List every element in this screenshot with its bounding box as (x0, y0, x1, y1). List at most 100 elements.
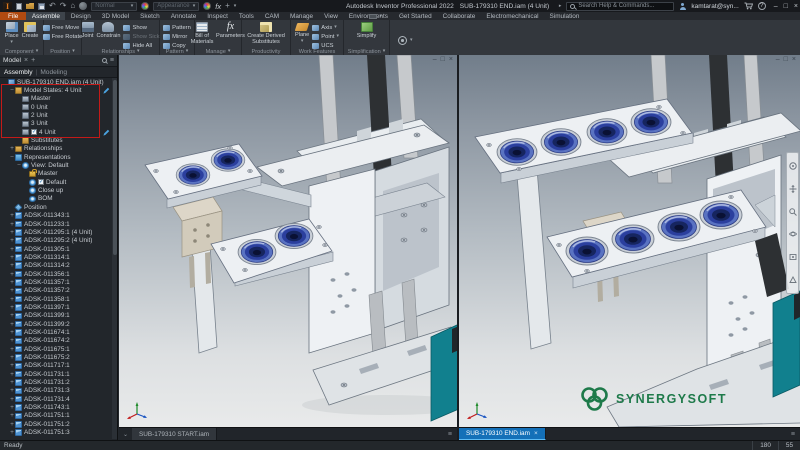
new-file-icon[interactable] (16, 3, 22, 10)
manage-group-label[interactable]: Manage▾ (195, 48, 241, 55)
tree-row[interactable]: + ADSK-011358:1 (0, 295, 112, 303)
viewport-minimize-icon[interactable]: – (433, 56, 437, 63)
bill-of-materials-button[interactable]: Bill of Materials (191, 22, 213, 45)
signed-in-user[interactable]: kamtarat@syn... (691, 3, 738, 10)
ribbon-tab[interactable]: Inspect (202, 12, 234, 20)
ribbon-tab[interactable]: Tools (233, 12, 259, 20)
tree-row[interactable]: + ADSK-011357:1 (0, 278, 112, 286)
search-collapse-icon[interactable]: ▸ (559, 4, 562, 9)
ribbon-tab[interactable]: 3D Model (96, 12, 134, 20)
tree-row[interactable]: + ADSK-011295:1 (4 Unit) (0, 228, 112, 236)
tree-row[interactable]: + ADSK-011731:1 (0, 370, 112, 378)
pan-icon[interactable] (789, 185, 797, 193)
model-panel-tab[interactable]: Model (3, 57, 21, 64)
tree-row[interactable]: 2 Unit (0, 111, 112, 119)
tree-row[interactable]: + ADSK-011743:1 (0, 403, 112, 411)
tree-row[interactable]: + ADSK-011731:4 (0, 395, 112, 403)
tree-row[interactable]: + ADSK-011399:2 (0, 320, 112, 328)
qat-add-icon[interactable]: + (225, 2, 230, 10)
ribbon-tab[interactable]: Assemble (26, 12, 65, 20)
free-rotate-button[interactable]: Free Rotate (43, 33, 83, 41)
axis-button[interactable]: Axis ▾ (312, 24, 339, 32)
home-icon[interactable]: ⌂ (70, 2, 75, 10)
tree-row[interactable]: + ADSK-011674:1 (0, 328, 112, 336)
plane-button[interactable]: Plane ▾ (295, 22, 309, 44)
panel-close-icon[interactable]: × (24, 57, 28, 64)
checkbox-checked-icon[interactable]: ✓ (31, 129, 37, 135)
productivity-group-label[interactable]: Productivity (242, 48, 290, 55)
create-button[interactable]: Create (22, 22, 39, 39)
look-at-icon[interactable] (789, 253, 797, 261)
assembly-tab[interactable]: Assembly (4, 69, 33, 76)
component-group-label[interactable]: Component▾ (0, 48, 43, 55)
ribbon-tab[interactable]: Simulation (544, 12, 585, 20)
free-move-button[interactable]: Free Move (43, 24, 83, 32)
ribbon-tab[interactable]: Get Started (393, 12, 437, 20)
inventor-logo-icon[interactable]: I (3, 2, 12, 11)
point-button[interactable]: Point ▾ (312, 33, 339, 41)
tab-close-icon[interactable]: × (534, 430, 538, 437)
tree-row[interactable]: ✓ 4 Unit (0, 128, 112, 136)
tree-row[interactable]: + ADSK-011731:3 (0, 387, 112, 395)
viewport-restore-icon[interactable]: □ (441, 56, 445, 63)
position-group-label[interactable]: Position▾ (44, 48, 81, 55)
tree-row[interactable]: Substitutes (0, 136, 112, 144)
viewport-close-icon[interactable]: × (449, 56, 453, 63)
work-features-group-label[interactable]: Work Features (291, 48, 343, 55)
show-button[interactable]: Show (123, 24, 159, 32)
tree-row[interactable]: + ADSK-011295:2 (4 Unit) (0, 237, 112, 245)
ribbon-display-toggle[interactable]: ▾ (369, 12, 382, 20)
zoom-icon[interactable] (789, 208, 797, 216)
parameters-button[interactable]: fx Parameters (216, 22, 245, 39)
redo-icon[interactable]: ↷ (60, 2, 67, 10)
ribbon-tab[interactable]: Collaborate (437, 12, 481, 20)
save-icon[interactable] (38, 3, 45, 10)
ribbon-tab[interactable]: Environments (343, 12, 393, 20)
tree-row[interactable]: + ADSK-011751:2 (0, 420, 112, 428)
close-button[interactable]: × (794, 3, 798, 10)
browser-menu-icon[interactable]: ≡ (110, 57, 114, 64)
edit-pencil-icon[interactable] (103, 129, 110, 136)
help-icon[interactable]: ? (758, 2, 766, 10)
mirror-button[interactable]: Mirror (163, 33, 191, 41)
ribbon-tab[interactable]: Annotate (165, 12, 202, 20)
parameters-fx-icon[interactable]: fx (215, 2, 221, 11)
tree-row[interactable]: + ADSK-011356:1 (0, 270, 112, 278)
browser-scrollbar[interactable] (112, 78, 117, 439)
tree-row[interactable]: − Model States: 4 Unit (0, 86, 112, 94)
material-sphere-icon[interactable] (79, 2, 87, 10)
ribbon-tab[interactable]: File (0, 12, 26, 20)
create-derived-substitutes-button[interactable]: Create Derived Substitutes (247, 22, 285, 45)
ribbon-tab[interactable]: Design (65, 12, 96, 20)
help-search-box[interactable]: Search Help & Commands... (566, 2, 674, 11)
color-wheel-icon[interactable] (141, 2, 149, 10)
tree-row[interactable]: Position (0, 203, 112, 211)
orbit-icon[interactable] (789, 230, 797, 238)
tree-row[interactable]: + ADSK-011675:1 (0, 345, 112, 353)
viewport-close-icon[interactable]: × (792, 56, 796, 63)
user-avatar-icon[interactable] (679, 3, 686, 10)
material-dropdown[interactable]: Normal ▾ (91, 2, 137, 11)
place-button[interactable]: Place ▾ (5, 22, 19, 45)
simplification-group-label[interactable]: Simplification▾ (344, 48, 389, 55)
tree-row[interactable]: + ADSK-011397:1 (0, 303, 112, 311)
tree-row[interactable]: + ADSK-011343:1 (0, 212, 112, 220)
relationships-group-label[interactable]: Relationships▾ (82, 48, 159, 55)
browser-search-icon[interactable] (102, 58, 107, 63)
qat-overflow-icon[interactable]: ▾ (234, 4, 237, 9)
scrollbar-thumb[interactable] (113, 80, 117, 255)
tree-row[interactable]: BOM (0, 195, 112, 203)
tab-list-chevron-icon[interactable]: ⌄ (119, 428, 132, 440)
appearance-dropdown[interactable]: Appearance ▾ (153, 2, 199, 11)
tree-row[interactable]: + ADSK-011314:1 (0, 253, 112, 261)
ribbon-tab[interactable]: Electromechanical (481, 12, 544, 20)
ribbon-tab[interactable]: CAM (259, 12, 284, 20)
tree-row[interactable]: ✓ Default (0, 178, 112, 186)
viewport-canvas-end[interactable] (459, 55, 800, 427)
minimize-button[interactable]: – (774, 3, 778, 10)
tree-row[interactable]: + ADSK-011751:3 (0, 428, 112, 436)
tree-row[interactable]: + ADSK-011751:1 (0, 412, 112, 420)
tree-row[interactable]: + ADSK-011717:1 (0, 362, 112, 370)
tree-row[interactable]: Close up (0, 186, 112, 194)
view-face-icon[interactable] (789, 276, 797, 284)
